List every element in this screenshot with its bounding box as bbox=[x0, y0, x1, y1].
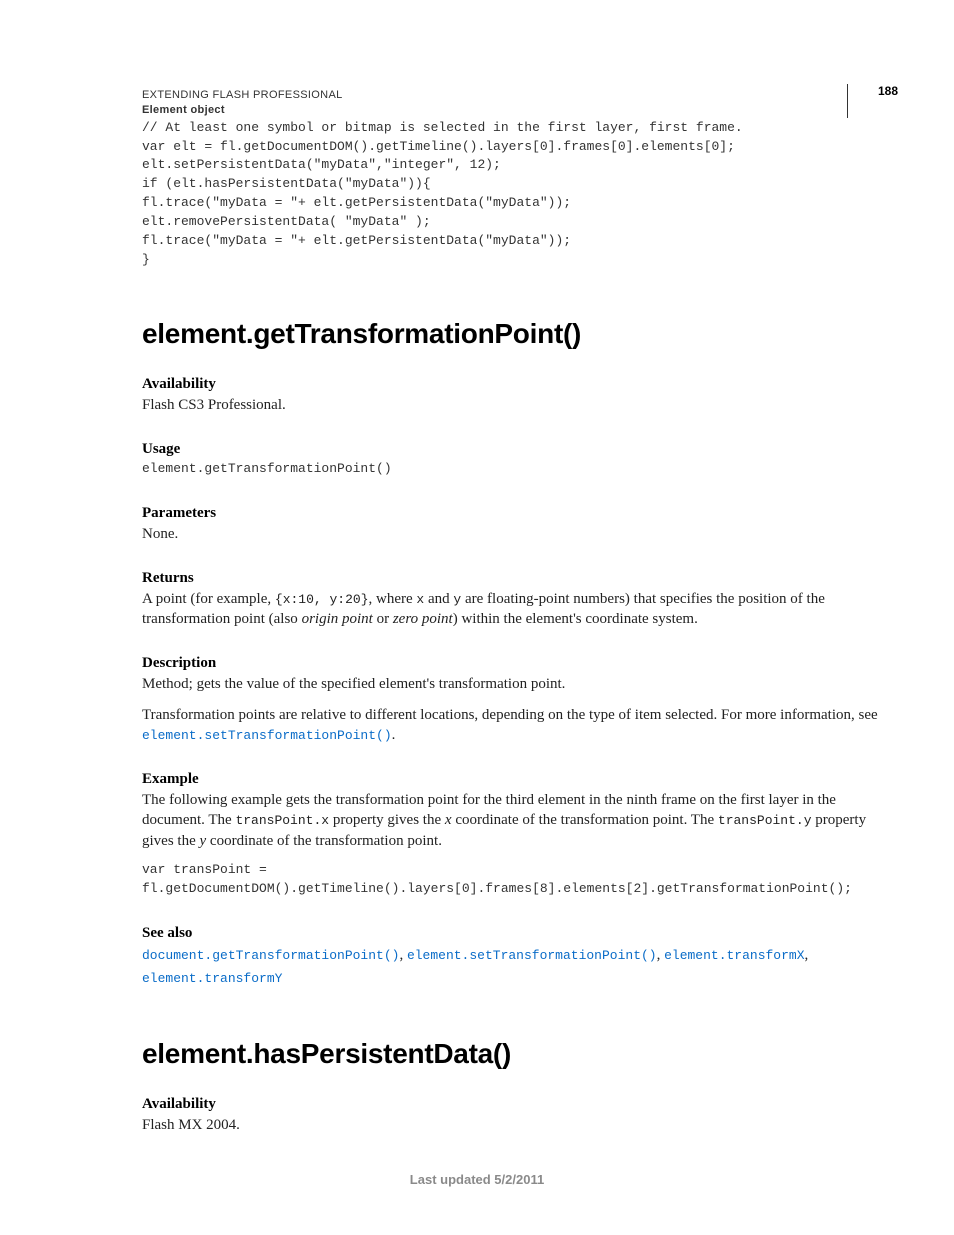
see-also-links: document.getTransformationPoint(), eleme… bbox=[142, 944, 878, 991]
subhead-returns: Returns bbox=[142, 570, 878, 587]
subhead-availability: Availability bbox=[142, 376, 878, 393]
subhead-usage: Usage bbox=[142, 441, 878, 458]
page-number: 188 bbox=[847, 84, 898, 118]
availability-text-2: Flash MX 2004. bbox=[142, 1115, 878, 1135]
header-line-2: Element object bbox=[142, 103, 878, 118]
example-code: var transPoint = fl.getDocumentDOM().get… bbox=[142, 861, 878, 899]
availability-text: Flash CS3 Professional. bbox=[142, 395, 878, 415]
link-settransformationpoint[interactable]: element.setTransformationPoint() bbox=[142, 728, 392, 743]
link-element-settransformationpoint[interactable]: element.setTransformationPoint() bbox=[407, 948, 657, 963]
code-block-persistent-data: // At least one symbol or bitmap is sele… bbox=[142, 119, 878, 270]
subhead-description: Description bbox=[142, 655, 878, 672]
example-text: The following example gets the transform… bbox=[142, 790, 878, 851]
link-element-transformy[interactable]: element.transformY bbox=[142, 971, 282, 986]
description-text-1: Method; gets the value of the specified … bbox=[142, 674, 878, 694]
header-line-1: EXTENDING FLASH PROFESSIONAL bbox=[142, 88, 878, 103]
link-element-transformx[interactable]: element.transformX bbox=[664, 948, 804, 963]
subhead-see-also: See also bbox=[142, 925, 878, 942]
returns-text: A point (for example, {x:10, y:20}, wher… bbox=[142, 589, 878, 630]
running-header: EXTENDING FLASH PROFESSIONAL Element obj… bbox=[142, 88, 878, 119]
description-text-2: Transformation points are relative to di… bbox=[142, 705, 878, 746]
usage-code: element.getTransformationPoint() bbox=[142, 460, 878, 479]
subhead-parameters: Parameters bbox=[142, 505, 878, 522]
section-title-haspersistentdata: element.hasPersistentData() bbox=[142, 1038, 878, 1070]
parameters-text: None. bbox=[142, 524, 878, 544]
link-document-gettransformationpoint[interactable]: document.getTransformationPoint() bbox=[142, 948, 399, 963]
subhead-availability-2: Availability bbox=[142, 1096, 878, 1113]
subhead-example: Example bbox=[142, 771, 878, 788]
footer-last-updated: Last updated 5/2/2011 bbox=[0, 1172, 954, 1187]
section-title-gettransformationpoint: element.getTransformationPoint() bbox=[142, 318, 878, 350]
